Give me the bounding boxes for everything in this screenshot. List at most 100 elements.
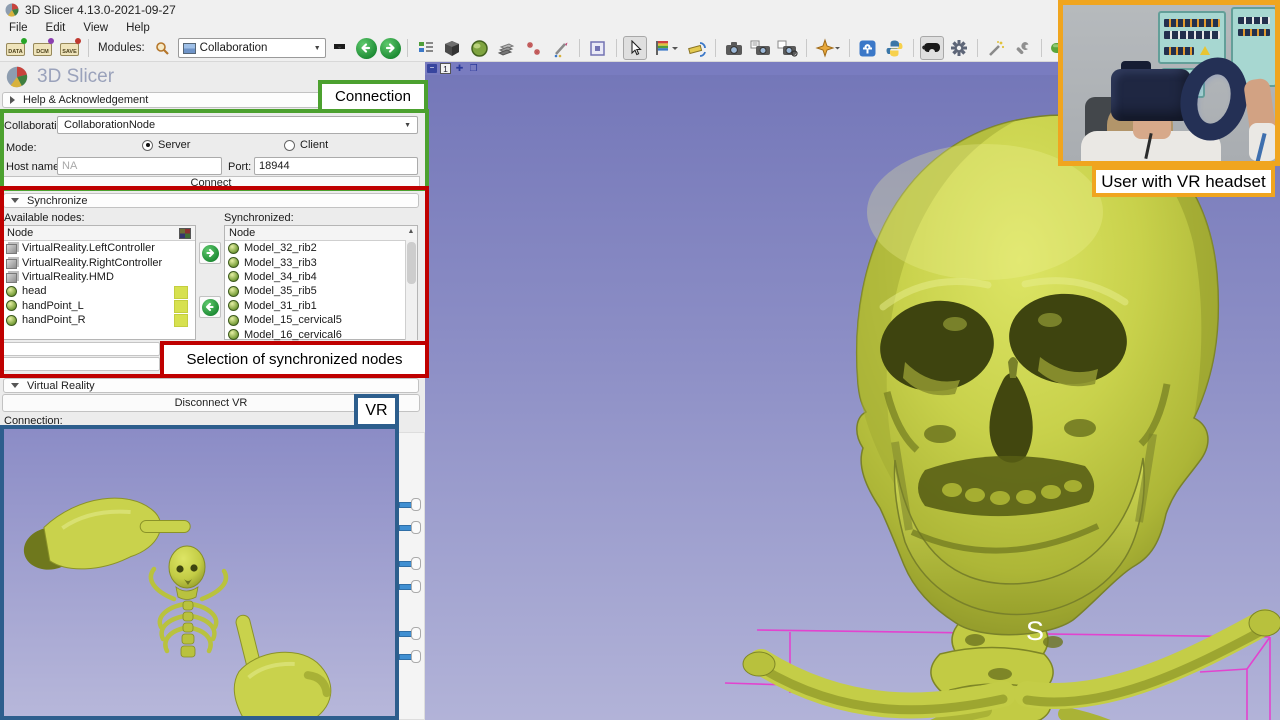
layout-selector-button[interactable] (414, 36, 438, 60)
list-item[interactable]: VirtualReality.HMD (3, 270, 195, 284)
list-item[interactable]: VirtualReality.RightController (3, 255, 195, 269)
list-item[interactable]: VirtualReality.LeftController (3, 241, 195, 255)
vr-slider[interactable] (399, 521, 425, 534)
synchronize-section-header[interactable]: Synchronize (3, 193, 419, 208)
list-item[interactable]: Model_33_rib3 (225, 255, 417, 269)
layers-icon[interactable] (495, 36, 519, 60)
vr-slider[interactable] (399, 580, 425, 593)
empty-field[interactable] (2, 357, 160, 371)
host-name-input[interactable] (57, 157, 222, 175)
slicer-logo-icon (6, 66, 28, 88)
settings-wrench-icon[interactable] (1011, 36, 1035, 60)
module-selector[interactable]: Collaboration ▼ (178, 38, 326, 58)
left-arrow-icon (202, 299, 219, 316)
save-button[interactable]: SAVE (58, 37, 82, 59)
extensions-manager-icon[interactable] (856, 36, 880, 60)
virtual-reality-section-header[interactable]: Virtual Reality (3, 378, 419, 393)
save-star-icon (75, 38, 81, 44)
right-hand-model (216, 599, 338, 716)
list-item[interactable]: handPoint_R (3, 313, 195, 327)
right-arrow-icon (202, 245, 219, 262)
list-scrollbar[interactable] (405, 240, 417, 340)
color-swatch[interactable] (174, 300, 188, 313)
electrical-cabinet (1158, 11, 1226, 64)
vr-preview-view[interactable] (0, 425, 399, 720)
vr-annotation-label: VR (354, 394, 399, 428)
module-forward-button[interactable] (380, 38, 401, 59)
collapse-arrow-icon (10, 96, 15, 104)
module-search-icon[interactable] (151, 36, 175, 60)
available-nodes-list[interactable]: Node VirtualReality.LeftController Virtu… (2, 225, 196, 340)
menu-file[interactable]: File (0, 22, 37, 34)
scroll-up-icon[interactable]: ▲ (405, 228, 417, 235)
window-title: 3D Slicer 4.13.0-2021-09-27 (25, 3, 176, 17)
model-node-icon (6, 300, 17, 311)
list-item[interactable]: head (3, 284, 195, 298)
vr-headset-button[interactable] (920, 36, 944, 60)
model-node-icon (6, 286, 17, 297)
available-list-header: Node (3, 226, 195, 241)
dicom-button[interactable]: DCM (31, 37, 55, 59)
scene-views-camera-icon[interactable] (749, 36, 773, 60)
magic-wand-icon[interactable] (984, 36, 1008, 60)
radio-selected-icon (142, 140, 153, 151)
webcam-annotation-label: User with VR headset (1092, 166, 1275, 197)
synchronized-nodes-list[interactable]: Node Model_32_rib2 Model_33_rib3 Model_3… (224, 225, 418, 340)
slicer-logo-row: 3D Slicer (6, 66, 114, 88)
port-label: Port: (228, 161, 251, 173)
list-item[interactable]: Model_34_rib4 (225, 270, 417, 284)
model-node-icon (6, 315, 17, 326)
add-to-synchronized-button[interactable] (199, 242, 221, 264)
module-history-button[interactable] (329, 36, 353, 60)
python-console-icon[interactable] (883, 36, 907, 60)
menu-edit[interactable]: Edit (37, 22, 75, 34)
list-item[interactable]: handPoint_L (3, 299, 195, 313)
list-item[interactable]: Model_35_rib5 (225, 284, 417, 298)
port-input[interactable] (254, 157, 418, 175)
cursor-tool-button[interactable] (623, 36, 647, 60)
list-item[interactable]: Model_32_rib2 (225, 241, 417, 255)
add-data-button[interactable]: DATA (4, 37, 28, 59)
server-radio[interactable]: Server (142, 139, 190, 151)
collapse-arrow-icon (11, 383, 19, 388)
synchronized-list-header: Node (225, 226, 417, 241)
fiducials-icon[interactable] (522, 36, 546, 60)
client-radio[interactable]: Client (284, 139, 328, 151)
vr-settings-gear-icon[interactable] (947, 36, 971, 60)
mini-skeleton-model (151, 546, 226, 657)
screenshot-camera-icon[interactable] (722, 36, 746, 60)
model-node-icon (228, 271, 239, 282)
capture-region-icon[interactable] (586, 36, 610, 60)
collaboration-node-selector[interactable]: CollaborationNode ▼ (57, 116, 418, 134)
scene-capture-camera-icon[interactable] (776, 36, 800, 60)
mode-label: Mode: (6, 142, 37, 154)
markups-button[interactable] (813, 36, 843, 60)
dicom-star-icon (48, 38, 54, 44)
menu-help[interactable]: Help (117, 22, 159, 34)
host-name-label: Host name: (6, 161, 62, 173)
models-sphere-icon[interactable] (468, 36, 492, 60)
chevron-down-icon: ▼ (314, 45, 321, 52)
vr-slider[interactable] (399, 498, 425, 511)
list-item[interactable]: Model_16_cervical6 (225, 327, 417, 341)
menu-view[interactable]: View (74, 22, 117, 34)
connection-annotation-label: Connection (318, 80, 428, 113)
list-item[interactable]: Model_15_cervical5 (225, 313, 417, 327)
colors-flag-button[interactable] (650, 36, 682, 60)
empty-field[interactable] (2, 342, 160, 356)
available-nodes-label: Available nodes: (4, 212, 85, 224)
color-swatch[interactable] (174, 314, 188, 327)
column-settings-icon[interactable] (179, 228, 191, 239)
model-node-icon (228, 329, 239, 340)
module-back-button[interactable] (356, 38, 377, 59)
list-item[interactable]: Model_31_rib1 (225, 299, 417, 313)
connect-button[interactable]: Connect (2, 176, 420, 190)
volume-cube-icon[interactable] (441, 36, 465, 60)
remove-from-synchronized-button[interactable] (199, 296, 221, 318)
units-ruler-icon[interactable] (685, 36, 709, 60)
annotation-pen-icon[interactable] (549, 36, 573, 60)
vr-slider[interactable] (399, 627, 425, 640)
vr-slider[interactable] (399, 650, 425, 663)
vr-slider[interactable] (399, 557, 425, 570)
color-swatch[interactable] (174, 286, 188, 299)
